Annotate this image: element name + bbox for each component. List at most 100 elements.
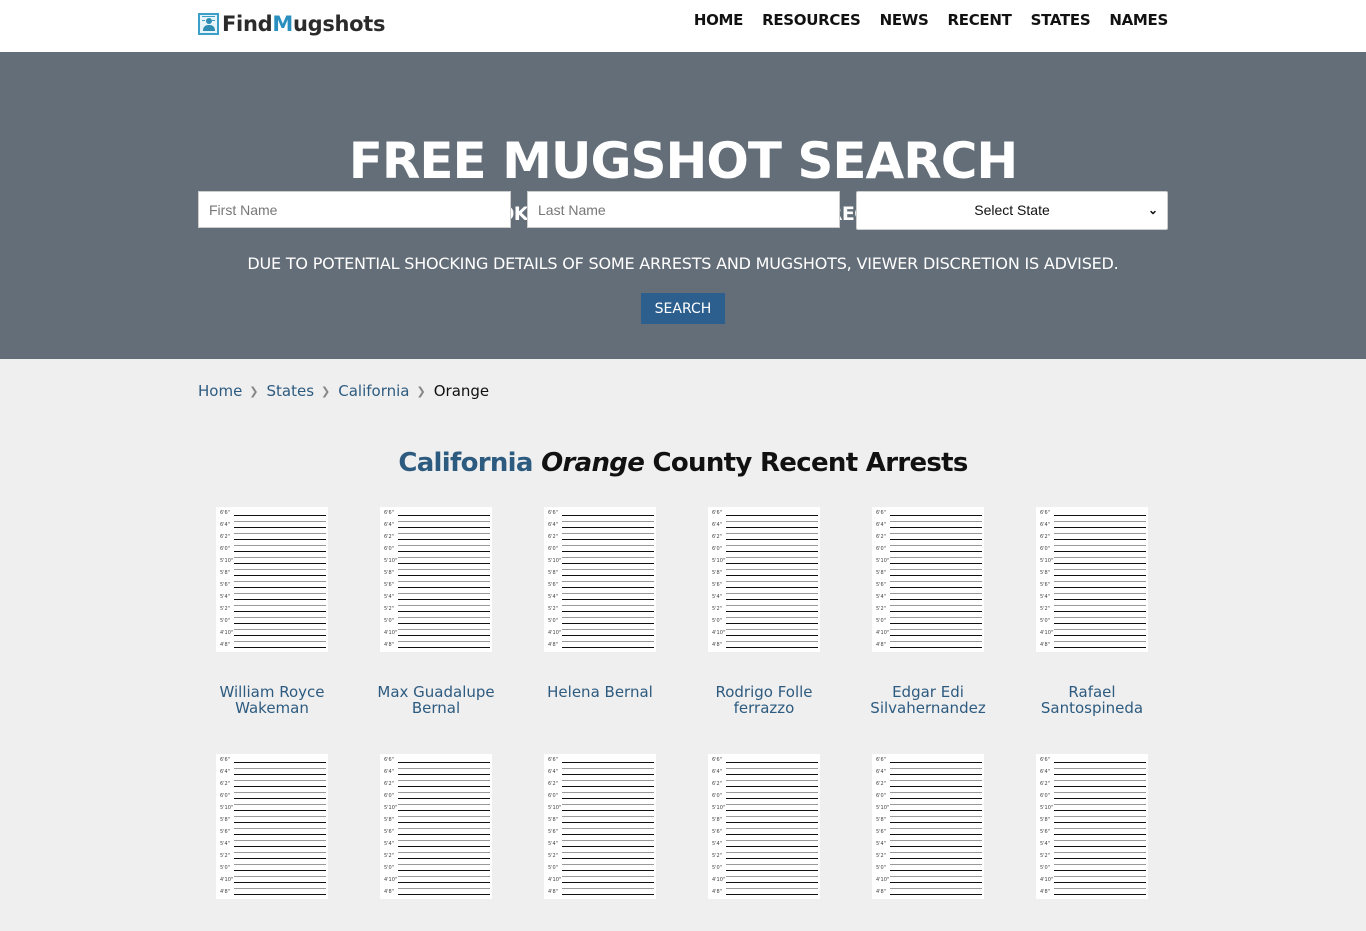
height-line [562,611,654,612]
arrestee-name[interactable]: Max Guadalupe Bernal [366,684,506,716]
height-line-minor [1054,605,1146,606]
arrest-card[interactable]: 6'6" 6'4" 6'2" 6'0" 5'10" 5'8" 5'6" 5'4" 5'2" 5'0… [354,507,518,716]
breadcrumb-home[interactable]: Home [198,382,242,400]
nav-states[interactable]: STATES [1031,11,1091,29]
site-header: FindMugshots HOME RESOURCES NEWS RECENT … [0,0,1366,52]
height-line-minor [562,888,654,889]
height-line-minor [1054,581,1146,582]
mugshot-placeholder-image[interactable]: 6'6" 6'4" 6'2" 6'0" 5'10" 5'8" 5'6" 5'4" 5'2" 5'0… [1036,754,1148,899]
height-chart-row: 5'8" [548,570,654,585]
mugshot-placeholder-image[interactable]: 6'6" 6'4" 6'2" 6'0" 5'10" 5'8" 5'6" 5'4" 5'2" 5'0… [708,507,820,652]
arrest-card[interactable]: 6'6" 6'4" 6'2" 6'0" 5'10" 5'8" 5'6" 5'4" 5'2" 5'0… [846,507,1010,716]
mugshot-placeholder-image[interactable]: 6'6" 6'4" 6'2" 6'0" 5'10" 5'8" 5'6" 5'4" 5'2" 5'0… [708,754,820,899]
height-chart-label: 4'10" [548,630,562,636]
nav-names[interactable]: NAMES [1109,11,1168,29]
height-line-minor [234,876,326,877]
arrest-card[interactable]: 6'6" 6'4" 6'2" 6'0" 5'10" 5'8" 5'6" 5'4" 5'2" 5'0… [354,754,518,931]
mugshot-id-card-icon [198,13,219,35]
height-chart-row: 5'4" [1040,594,1146,609]
breadcrumb-current: Orange [433,382,490,400]
height-chart-row: 5'6" [876,582,982,597]
height-line [890,527,982,528]
height-chart-label: 5'6" [548,582,559,588]
arrestee-name[interactable]: Rodrigo Folle ferrazzo [694,684,834,716]
nav-recent[interactable]: RECENT [948,11,1012,29]
mugshot-placeholder-image[interactable]: 6'6" 6'4" 6'2" 6'0" 5'10" 5'8" 5'6" 5'4" 5'2" 5'0… [544,507,656,652]
arrestee-name[interactable]: Helena Bernal [530,684,670,700]
height-line [1054,762,1146,763]
height-line-minor [234,816,326,817]
last-name-input[interactable] [527,191,840,228]
height-line-minor [890,521,982,522]
height-chart-row: 5'6" [220,582,326,597]
mugshot-placeholder-image[interactable]: 6'6" 6'4" 6'2" 6'0" 5'10" 5'8" 5'6" 5'4" 5'2" 5'0… [1036,507,1148,652]
height-chart-label: 4'8" [876,642,887,648]
nav-news[interactable]: NEWS [880,11,929,29]
height-line-minor [1054,641,1146,642]
height-chart-label: 5'4" [712,841,723,847]
height-chart-row: 4'10" [1040,877,1146,892]
height-line-minor [726,545,818,546]
height-chart-row: 5'10" [876,558,982,573]
height-chart-row: 6'4" [876,769,982,784]
height-line-minor [398,876,490,877]
mugshot-placeholder-image[interactable]: 6'6" 6'4" 6'2" 6'0" 5'10" 5'8" 5'6" 5'4" 5'2" 5'0… [380,754,492,899]
mugshot-placeholder-image[interactable]: 6'6" 6'4" 6'2" 6'0" 5'10" 5'8" 5'6" 5'4" 5'2" 5'0… [544,754,656,899]
height-line [1054,611,1146,612]
height-line-minor [562,521,654,522]
height-line [1054,846,1146,847]
height-chart-row: 6'6" [712,757,818,772]
height-chart-row: 6'4" [712,522,818,537]
arrestee-name[interactable]: Rafael Santospineda [1022,684,1162,716]
height-line [890,623,982,624]
height-chart-row: 5'8" [384,570,490,585]
height-line-minor [890,852,982,853]
state-select[interactable]: Select State ⌄ [856,191,1168,230]
breadcrumb-states[interactable]: States [267,382,315,400]
arrest-card[interactable]: 6'6" 6'4" 6'2" 6'0" 5'10" 5'8" 5'6" 5'4" 5'2" 5'0… [846,754,1010,931]
mugshot-placeholder-image[interactable]: 6'6" 6'4" 6'2" 6'0" 5'10" 5'8" 5'6" 5'4" 5'2" 5'0… [872,507,984,652]
arrest-card[interactable]: 6'6" 6'4" 6'2" 6'0" 5'10" 5'8" 5'6" 5'4" 5'2" 5'0… [190,507,354,716]
height-line [1054,563,1146,564]
site-logo[interactable]: FindMugshots [198,12,386,36]
breadcrumb-california[interactable]: California [338,382,409,400]
height-line [890,774,982,775]
nav-resources[interactable]: RESOURCES [762,11,861,29]
height-line [398,635,490,636]
height-chart-label: 5'8" [712,570,723,576]
height-line [1054,894,1146,895]
search-button[interactable]: SEARCH [641,293,725,324]
arrestee-name[interactable]: Edgar Edi Silvahernandez [858,684,998,716]
arrest-card[interactable]: 6'6" 6'4" 6'2" 6'0" 5'10" 5'8" 5'6" 5'4" 5'2" 5'0… [682,507,846,716]
height-chart-label: 5'8" [1040,570,1051,576]
arrest-card[interactable]: 6'6" 6'4" 6'2" 6'0" 5'10" 5'8" 5'6" 5'4" 5'2" 5'0… [682,754,846,931]
state-select-value: Select State [974,202,1050,218]
height-chart-row: 4'8" [1040,642,1146,652]
arrest-card[interactable]: 6'6" 6'4" 6'2" 6'0" 5'10" 5'8" 5'6" 5'4" 5'2" 5'0… [1010,507,1174,716]
height-line [726,527,818,528]
first-name-input[interactable] [198,191,511,228]
arrest-card[interactable]: 6'6" 6'4" 6'2" 6'0" 5'10" 5'8" 5'6" 5'4" 5'2" 5'0… [1010,754,1174,931]
height-chart-label: 5'6" [876,829,887,835]
height-line [726,515,818,516]
height-chart-row: 5'10" [876,805,982,820]
mugshot-placeholder-image[interactable]: 6'6" 6'4" 6'2" 6'0" 5'10" 5'8" 5'6" 5'4" 5'2" 5'0… [216,507,328,652]
height-line-minor [562,876,654,877]
height-line-minor [234,593,326,594]
arrest-card[interactable]: 6'6" 6'4" 6'2" 6'0" 5'10" 5'8" 5'6" 5'4" 5'2" 5'0… [518,754,682,931]
mugshot-placeholder-image[interactable]: 6'6" 6'4" 6'2" 6'0" 5'10" 5'8" 5'6" 5'4" 5'2" 5'0… [216,754,328,899]
height-chart-row: 4'8" [1040,889,1146,899]
height-chart-label: 5'2" [384,853,395,859]
height-line-minor [726,876,818,877]
height-chart-label: 6'6" [712,757,723,763]
mugshot-placeholder-image[interactable]: 6'6" 6'4" 6'2" 6'0" 5'10" 5'8" 5'6" 5'4" 5'2" 5'0… [872,754,984,899]
arrest-card[interactable]: 6'6" 6'4" 6'2" 6'0" 5'10" 5'8" 5'6" 5'4" 5'2" 5'0… [518,507,682,716]
arrest-card[interactable]: 6'6" 6'4" 6'2" 6'0" 5'10" 5'8" 5'6" 5'4" 5'2" 5'0… [190,754,354,931]
height-line-minor [890,533,982,534]
height-chart-label: 6'6" [384,510,395,516]
arrestee-name[interactable]: William Royce Wakeman [202,684,342,716]
height-line [890,798,982,799]
mugshot-placeholder-image[interactable]: 6'6" 6'4" 6'2" 6'0" 5'10" 5'8" 5'6" 5'4" 5'2" 5'0… [380,507,492,652]
height-chart-label: 5'2" [548,606,559,612]
nav-home[interactable]: HOME [694,11,744,29]
